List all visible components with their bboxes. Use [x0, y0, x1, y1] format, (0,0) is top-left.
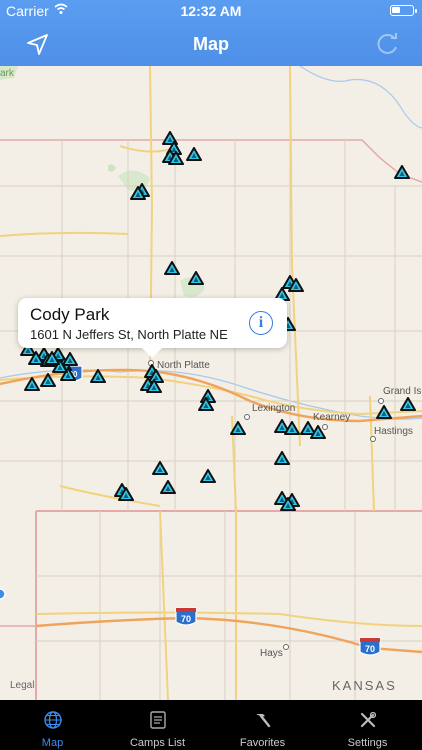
- camp-marker-icon[interactable]: [118, 487, 134, 501]
- refresh-icon[interactable]: [374, 30, 402, 58]
- clock: 12:32 AM: [180, 3, 242, 19]
- map-base: 80 70 70: [0, 66, 422, 700]
- lexington-dot: [244, 414, 250, 420]
- battery-icon: [390, 5, 417, 16]
- place-lexington: Lexington: [252, 403, 296, 414]
- camp-marker-icon[interactable]: [230, 421, 246, 435]
- shield-70-label: 70: [181, 614, 191, 624]
- tab-map-label: Map: [41, 737, 64, 749]
- partial-park-label: ark: [0, 68, 14, 79]
- camp-marker-icon[interactable]: [186, 147, 202, 161]
- location-callout[interactable]: Cody Park 1601 N Jeffers St, North Platt…: [18, 298, 287, 358]
- interstate-70-shield-east: 70: [359, 637, 381, 656]
- callout-title: Cody Park: [30, 305, 110, 324]
- place-hastings: Hastings: [374, 426, 413, 437]
- nav-bar: Map: [0, 22, 422, 66]
- camp-marker-icon[interactable]: [376, 405, 392, 419]
- page-title: Map: [193, 34, 229, 54]
- place-hays: Hays: [260, 648, 283, 659]
- camp-marker-icon[interactable]: [44, 351, 60, 365]
- map-view[interactable]: 80 70 70 ark North Platte Lexington Kear…: [0, 66, 422, 700]
- camp-marker-icon[interactable]: [24, 377, 40, 391]
- list-icon: [150, 711, 166, 729]
- camp-marker-icon[interactable]: [288, 278, 304, 292]
- camp-marker-icon[interactable]: [164, 261, 180, 275]
- camp-marker-icon[interactable]: [284, 421, 300, 435]
- camp-marker-icon[interactable]: [310, 425, 326, 439]
- tab-map[interactable]: Map: [0, 700, 105, 750]
- camp-marker-icon[interactable]: [400, 397, 416, 411]
- tab-favorites-label: Favorites: [239, 737, 286, 749]
- camp-marker-icon[interactable]: [90, 369, 106, 383]
- tab-settings[interactable]: Settings: [315, 700, 420, 750]
- interstate-70-shield: 70: [175, 607, 197, 626]
- camp-marker-icon[interactable]: [198, 397, 214, 411]
- camp-marker-icon[interactable]: [152, 461, 168, 475]
- shield-70-east-label: 70: [365, 644, 375, 654]
- callout-address: 1601 N Jeffers St, North Platte NE: [30, 327, 228, 342]
- tab-favorites[interactable]: Favorites: [210, 700, 315, 750]
- globe-icon: [44, 711, 62, 729]
- place-north-platte: North Platte: [157, 360, 210, 371]
- info-icon[interactable]: i: [249, 311, 273, 335]
- tab-camps-list[interactable]: Camps List: [105, 700, 210, 750]
- top-bar: Carrier 12:32 AM Map: [0, 0, 422, 66]
- camp-marker-icon[interactable]: [130, 186, 146, 200]
- tab-settings-label: Settings: [347, 737, 388, 749]
- tools-icon: [360, 711, 377, 728]
- camp-marker-icon[interactable]: [168, 151, 184, 165]
- legal-link[interactable]: Legal: [10, 680, 34, 691]
- tab-camps-list-label: Camps List: [129, 737, 186, 749]
- place-grand-island: Grand Isl: [383, 386, 422, 397]
- camp-marker-icon[interactable]: [28, 351, 44, 365]
- camp-marker-icon[interactable]: [274, 451, 290, 465]
- grand-island-dot: [378, 398, 384, 404]
- camp-marker-icon[interactable]: [200, 469, 216, 483]
- hammer-icon: [256, 714, 271, 728]
- camp-marker-icon[interactable]: [160, 480, 176, 494]
- place-kearney: Kearney: [313, 412, 351, 423]
- camp-marker-icon[interactable]: [188, 271, 204, 285]
- partial-marker-icon: [0, 588, 6, 600]
- camp-marker-icon[interactable]: [280, 497, 296, 511]
- status-bar: Carrier 12:32 AM: [0, 0, 422, 22]
- hays-dot: [283, 644, 289, 650]
- region-label: KANSAS: [332, 678, 397, 693]
- tab-bar: Map Camps List Favorites Settings: [0, 700, 422, 750]
- camp-marker-icon[interactable]: [394, 165, 410, 179]
- camp-marker-icon[interactable]: [40, 373, 56, 387]
- camp-marker-icon[interactable]: [146, 379, 162, 393]
